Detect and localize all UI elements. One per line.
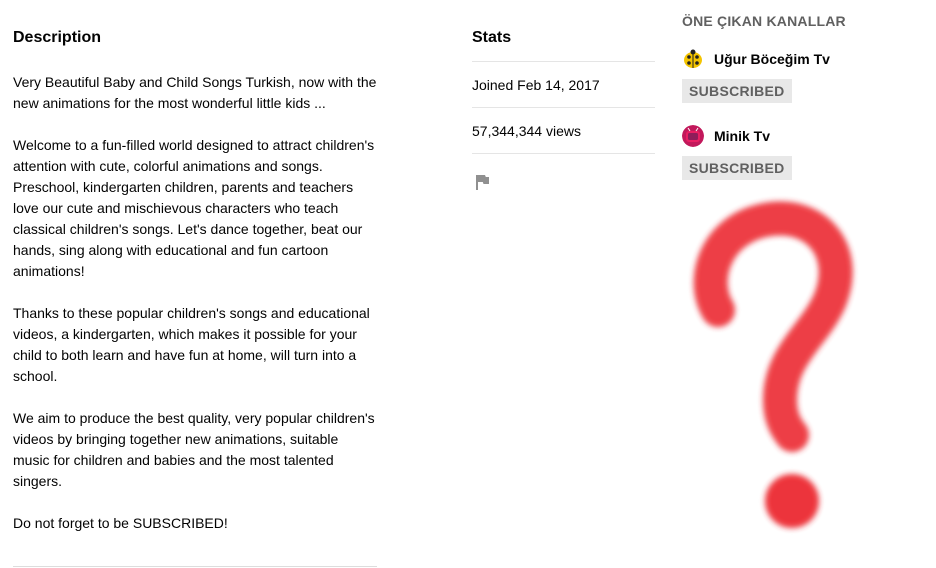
description-divider <box>13 566 377 567</box>
stats-section: Stats Joined Feb 14, 2017 57,344,344 vie… <box>472 28 655 192</box>
description-paragraph: Welcome to a fun-filled world designed t… <box>13 137 375 279</box>
description-title: Description <box>13 29 102 46</box>
subscribed-button[interactable]: SUBSCRIBED <box>682 79 792 103</box>
description-paragraph: Thanks to these popular children's songs… <box>13 305 370 384</box>
channel-name: Uğur Böceğim Tv <box>714 51 830 67</box>
description-paragraph: We aim to produce the best quality, very… <box>13 410 375 489</box>
description-paragraph: Very Beautiful Baby and Child Songs Turk… <box>13 74 377 111</box>
joined-date: Joined Feb 14, 2017 <box>472 61 655 107</box>
minik-tv-avatar-icon <box>682 125 704 147</box>
stats-title: Stats <box>472 29 512 46</box>
view-count: 57,344,344 views <box>472 107 655 154</box>
channel-name: Minik Tv <box>714 128 771 144</box>
featured-channels: ÖNE ÇIKAN KANALLAR Uğur Böceğim Tv SUBSC… <box>682 12 922 180</box>
subscribed-button[interactable]: SUBSCRIBED <box>682 156 792 180</box>
ladybug-avatar-icon <box>682 48 704 70</box>
featured-channels-title: ÖNE ÇIKAN KANALLAR <box>682 13 846 29</box>
description-paragraph: Do not forget to be SUBSCRIBED! <box>13 515 228 531</box>
description-section: Description Very Beautiful Baby and Chil… <box>13 28 377 555</box>
flag-icon[interactable] <box>472 172 492 192</box>
description-body: Very Beautiful Baby and Child Songs Turk… <box>13 72 377 534</box>
channel-minik-tv[interactable]: Minik Tv <box>682 125 922 147</box>
channel-ugur-bocegim[interactable]: Uğur Böceğim Tv <box>682 48 922 70</box>
question-mark-icon <box>693 201 853 528</box>
